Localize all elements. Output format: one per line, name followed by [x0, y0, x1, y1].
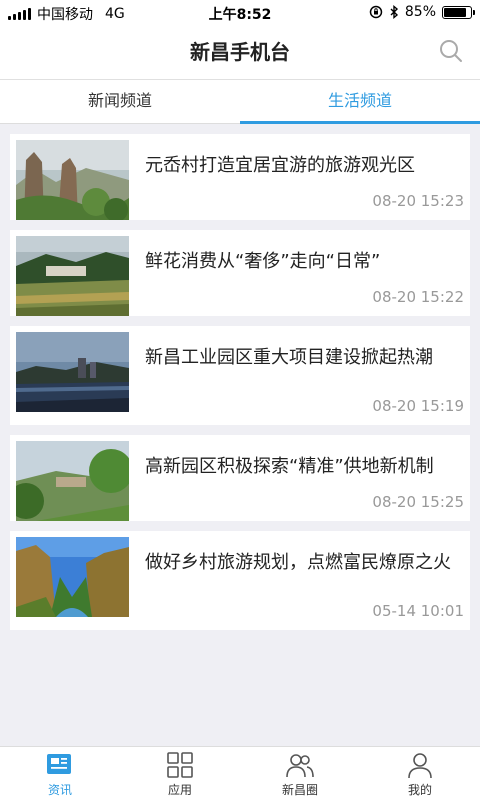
news-time: 05-14 10:01	[372, 602, 464, 620]
nav-label: 应用	[167, 783, 192, 797]
tab-life-channel[interactable]: 生活频道	[240, 80, 480, 124]
news-item[interactable]: 元岙村打造宜居宜游的旅游观光区 08-20 15:23	[10, 134, 470, 220]
news-thumbnail	[16, 332, 129, 412]
news-title: 做好乡村旅游规划，点燃富民燎原之火	[145, 552, 451, 573]
bluetooth-icon	[390, 5, 398, 19]
battery-fill	[444, 7, 467, 17]
news-item[interactable]: 鲜花消费从“奢侈”走向“日常” 08-20 15:22	[10, 230, 470, 316]
status-bar: 中国移动 4G 上午8:52 85%	[0, 0, 480, 24]
news-item[interactable]: 做好乡村旅游规划，点燃富民燎原之火 05-14 10:01	[10, 531, 470, 630]
app-header: 新昌手机台	[0, 24, 480, 80]
search-button[interactable]	[438, 38, 464, 64]
channel-tabs: 新闻频道 生活频道	[0, 80, 480, 124]
nav-community[interactable]: 新昌圈	[240, 747, 360, 800]
nav-apps[interactable]: 应用	[120, 747, 240, 800]
news-thumbnail	[16, 236, 129, 316]
news-time: 08-20 15:23	[372, 192, 464, 210]
nav-label: 新昌圈	[281, 783, 318, 797]
nav-news[interactable]: 资讯	[0, 747, 120, 800]
news-thumbnail	[16, 140, 129, 220]
news-title: 鲜花消费从“奢侈”走向“日常”	[145, 251, 381, 272]
bottom-nav: 资讯 应用 新昌圈 我的	[0, 746, 480, 800]
news-item[interactable]: 高新园区积极探索“精准”供地新机制 08-20 15:25	[10, 435, 470, 521]
apps-grid-icon	[167, 752, 193, 778]
news-list: 元岙村打造宜居宜游的旅游观光区 08-20 15:23 鲜花消费从“奢侈”走向“…	[10, 134, 470, 640]
news-title: 元岙村打造宜居宜游的旅游观光区	[145, 155, 415, 176]
search-icon	[440, 40, 462, 62]
profile-icon	[408, 753, 432, 779]
news-title: 新昌工业园区重大项目建设掀起热潮	[145, 347, 433, 368]
tab-news-channel[interactable]: 新闻频道	[0, 80, 240, 123]
rotation-lock-icon	[369, 5, 383, 19]
news-icon	[47, 754, 71, 774]
news-time: 08-20 15:22	[372, 288, 464, 306]
nav-profile[interactable]: 我的	[360, 747, 480, 800]
news-time: 08-20 15:19	[372, 397, 464, 415]
news-item[interactable]: 新昌工业园区重大项目建设掀起热潮 08-20 15:19	[10, 326, 470, 425]
news-time: 08-20 15:25	[372, 493, 464, 511]
status-right: 85%	[369, 4, 475, 20]
nav-label: 我的	[407, 783, 432, 797]
community-icon	[286, 754, 314, 778]
news-title: 高新园区积极探索“精准”供地新机制	[145, 456, 434, 477]
news-thumbnail	[16, 441, 129, 521]
battery-icon	[442, 5, 475, 19]
news-thumbnail	[16, 537, 129, 617]
page-title: 新昌手机台	[190, 40, 290, 64]
battery-percent: 85%	[404, 4, 436, 20]
nav-label: 资讯	[47, 783, 72, 797]
